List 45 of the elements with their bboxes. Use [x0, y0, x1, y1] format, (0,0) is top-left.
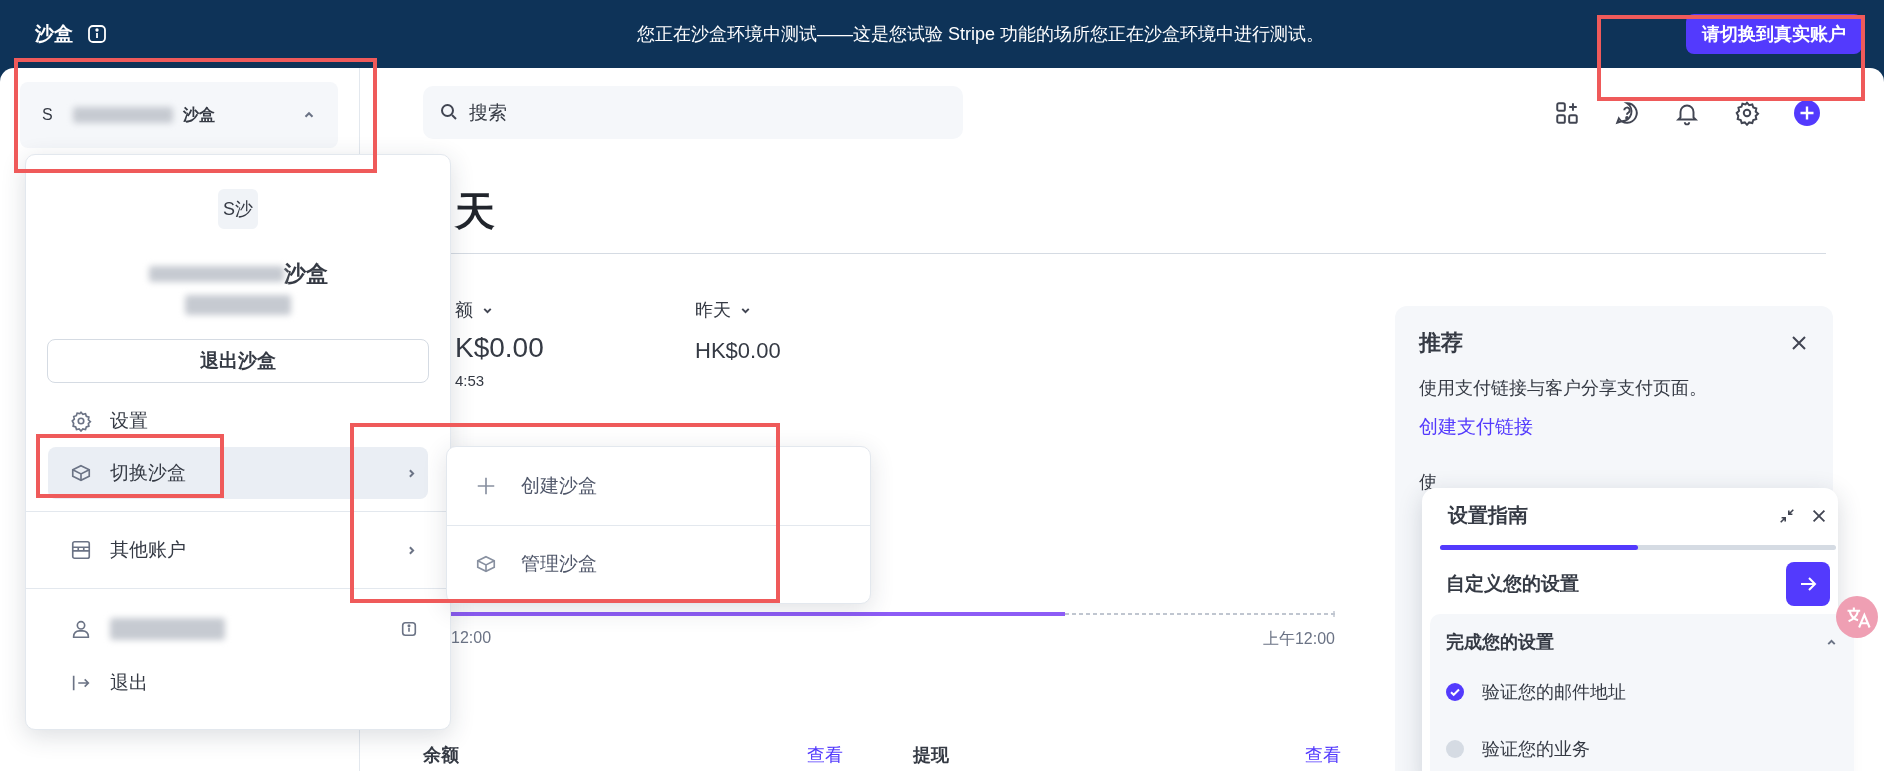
- apps-icon[interactable]: [1554, 99, 1580, 126]
- stat-value: K$0.00: [455, 332, 545, 364]
- stat-dropdown[interactable]: 昨天: [695, 298, 752, 322]
- next-button[interactable]: [1786, 562, 1830, 606]
- logout-item[interactable]: 退出: [48, 657, 428, 709]
- axis-label: 12:00: [451, 629, 492, 648]
- stat-dropdown[interactable]: 额: [455, 298, 494, 322]
- guide-title: 设置指南: [1448, 503, 1528, 528]
- user-icon: [70, 618, 92, 640]
- account-initial: S: [42, 106, 53, 124]
- page-title: 天: [455, 188, 496, 235]
- banner-message: 您正在沙盒环境中测试——这是您试验 Stripe 功能的场所您正在沙盒环境中进行测试。: [636, 23, 1325, 46]
- task-label: 验证您的邮件地址: [1482, 680, 1626, 704]
- account-switcher[interactable]: S 沙盒: [20, 82, 338, 148]
- section-toggle[interactable]: 完成您的设置: [1446, 622, 1838, 662]
- view-link[interactable]: 查看: [807, 743, 843, 767]
- card-title: 推荐: [1419, 329, 1463, 357]
- section-title: 余额: [423, 744, 459, 767]
- section-title: 提现: [913, 744, 949, 767]
- account-type: 沙盒: [182, 104, 215, 125]
- switch-live-button[interactable]: 请切换到真实账户: [1686, 14, 1862, 54]
- menu-item[interactable]: 设置: [48, 395, 428, 447]
- collapse-icon[interactable]: [1778, 506, 1796, 525]
- submenu-item[interactable]: 创建沙盒: [447, 447, 870, 525]
- menu-item[interactable]: 其他账户: [48, 524, 428, 576]
- view-link[interactable]: 查看: [1305, 743, 1341, 767]
- store-icon: [70, 539, 92, 561]
- next-step-title: 自定义您的设置: [1446, 572, 1579, 596]
- plus-circle-icon[interactable]: [1794, 99, 1820, 126]
- search-field[interactable]: 搜索: [423, 86, 963, 139]
- stat-time: 4:53: [455, 372, 486, 389]
- card-text: 使用支付链接与客户分享支付页面。: [1419, 377, 1707, 400]
- account-avatar: S沙: [218, 189, 258, 229]
- gear-icon: [70, 410, 92, 432]
- box-icon: [70, 462, 92, 484]
- axis-label: 上午12:00: [1262, 629, 1335, 649]
- task-label: 验证您的业务: [1482, 737, 1590, 761]
- stat-value: HK$0.00: [695, 338, 782, 364]
- gear-icon: [1734, 99, 1760, 126]
- sandbox-label: 沙盒: [35, 22, 73, 46]
- create-link[interactable]: 创建支付链接: [1419, 414, 1533, 440]
- account-type: 沙盒: [283, 260, 328, 288]
- menu-item[interactable]: 切换沙盒: [48, 447, 428, 499]
- exit-sandbox-button[interactable]: 退出沙盒: [47, 339, 429, 383]
- search-icon: [439, 102, 459, 122]
